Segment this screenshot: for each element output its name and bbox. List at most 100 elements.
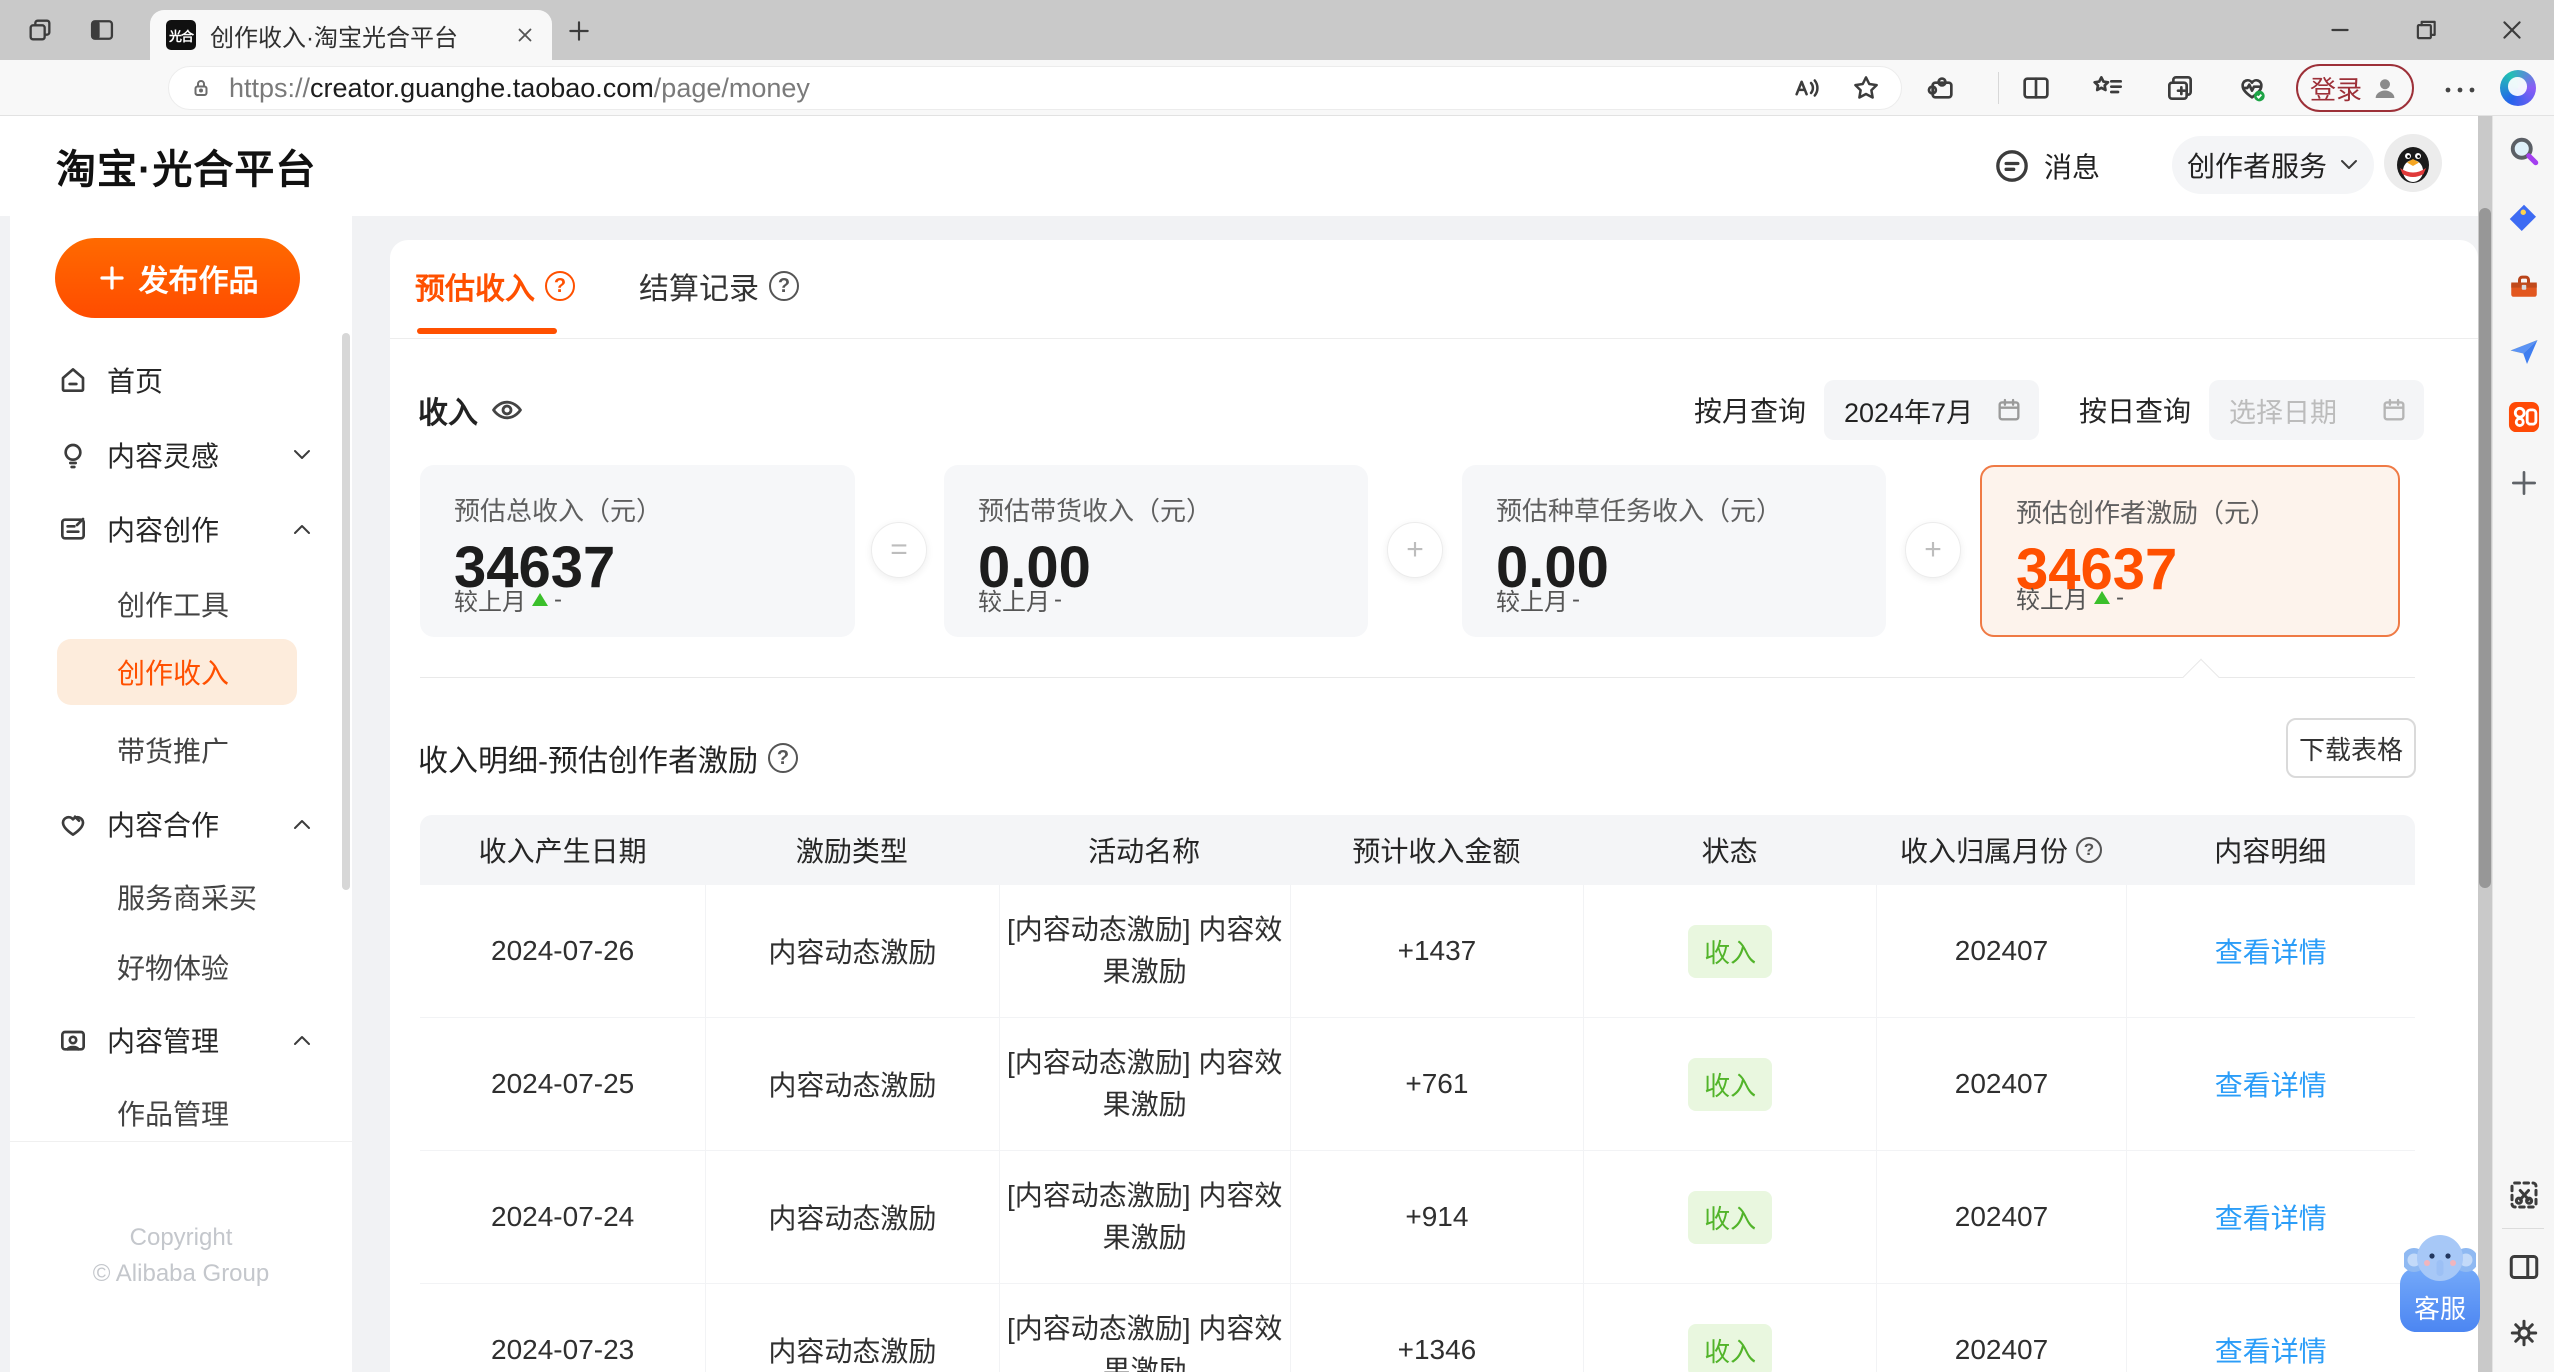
split-screen-icon[interactable] xyxy=(2020,72,2052,104)
view-details-link[interactable]: 查看详情 xyxy=(2215,1330,2327,1370)
search-icon[interactable] xyxy=(2505,132,2543,170)
compare-value: - xyxy=(554,585,562,613)
help-icon[interactable] xyxy=(768,743,798,773)
day-placeholder: 选择日期 xyxy=(2229,397,2337,428)
sidebar-item-cooperation[interactable]: 内容合作 xyxy=(10,802,352,846)
browser-titlebar: 光合 创作收入·淘宝光合平台 xyxy=(0,0,2554,60)
help-icon[interactable] xyxy=(2075,837,2102,863)
messages-button[interactable]: 消息 xyxy=(1992,140,2100,192)
sidebar-item-label: 带货推广 xyxy=(117,736,230,767)
col-header-detail: 内容明细 xyxy=(2214,836,2327,867)
view-details-link[interactable]: 查看详情 xyxy=(2215,1064,2327,1104)
compare-value: - xyxy=(2116,583,2124,611)
help-icon[interactable] xyxy=(769,271,799,301)
tab-close-icon[interactable] xyxy=(514,24,536,46)
sidebar-item-creation-income[interactable]: 创作收入 xyxy=(57,639,297,705)
browser-window: 光合 创作收入·淘宝光合平台 https://creator.guanghe.t… xyxy=(0,0,2554,1372)
browser-essentials-icon[interactable] xyxy=(2236,72,2268,104)
sidebar-panel-icon[interactable] xyxy=(2505,1248,2543,1286)
col-header-type: 激励类型 xyxy=(795,836,908,867)
col-header-amount: 预计收入金额 xyxy=(1352,836,1521,867)
sidebar-scrollbar-thumb[interactable] xyxy=(342,333,350,890)
income-heading: 收入 xyxy=(418,380,524,440)
sidebar-item-label: 内容灵感 xyxy=(107,441,220,472)
app-sidebar: 发布作品 首页 内容灵感 内容创作 创作工具 创作收入 带货推广 内容合作 服务… xyxy=(10,216,352,1372)
calendar-icon[interactable] xyxy=(2380,396,2408,424)
settings-gear-icon[interactable] xyxy=(2505,1314,2543,1352)
customer-service-widget[interactable]: 客服 xyxy=(2398,1230,2482,1334)
chevron-down-icon xyxy=(294,450,310,459)
table-row: 2024-07-26 内容动态激励 [内容动态激励] 内容效果激励 +1437 … xyxy=(420,885,2415,1018)
more-options-icon[interactable] xyxy=(2442,84,2478,96)
favorite-star-icon[interactable] xyxy=(1851,73,1881,103)
sidebar-item-management[interactable]: 内容管理 xyxy=(10,1018,352,1062)
collections-icon[interactable] xyxy=(2164,72,2196,104)
restore-button[interactable] xyxy=(2384,0,2468,60)
kuaishou-icon[interactable] xyxy=(2505,398,2543,436)
copilot-icon[interactable] xyxy=(2500,70,2536,106)
sidebar-item-product-trial[interactable]: 好物体验 xyxy=(10,945,352,989)
chevron-up-icon xyxy=(294,525,310,534)
help-icon[interactable] xyxy=(545,271,575,301)
sidebar-item-home[interactable]: 首页 xyxy=(10,358,352,402)
cell-detail: 查看详情 xyxy=(2125,1284,2415,1372)
drop-icon[interactable] xyxy=(2505,333,2543,371)
eye-icon[interactable] xyxy=(490,393,524,427)
tab-label: 结算记录 xyxy=(639,273,759,306)
table-header-row: 收入产生日期 激励类型 活动名称 预计收入金额 状态 收入归属月份 内容明细 xyxy=(420,815,2415,885)
signin-button[interactable]: 登录 xyxy=(2296,64,2414,112)
creator-services-label: 创作者服务 xyxy=(2186,151,2327,182)
screenshot-icon[interactable] xyxy=(2505,1176,2543,1214)
workspaces-icon[interactable] xyxy=(26,16,54,44)
col-header-activity: 活动名称 xyxy=(1088,836,1201,867)
status-badge: 收入 xyxy=(1688,1190,1773,1244)
publish-button[interactable]: 发布作品 xyxy=(55,238,300,318)
tools-icon[interactable] xyxy=(2505,268,2543,306)
tab-estimated-income[interactable]: 预估收入 xyxy=(415,264,575,308)
tab-title: 创作收入·淘宝光合平台 xyxy=(210,24,458,52)
card-seeding-task-income[interactable]: 预估种草任务收入（元） 0.00 较上月 - xyxy=(1462,465,1886,637)
lock-icon xyxy=(194,80,208,96)
cell-type: 内容动态激励 xyxy=(705,885,998,1017)
close-button[interactable] xyxy=(2470,0,2554,60)
sidebar-item-creation-tools[interactable]: 创作工具 xyxy=(10,582,352,626)
col-header-month-label: 收入归属月份 xyxy=(1899,836,2068,867)
read-aloud-icon[interactable] xyxy=(1791,73,1821,103)
card-creator-incentive[interactable]: 预估创作者激励（元） 34637 较上月 - xyxy=(1980,465,2400,637)
sidebar-item-works-management[interactable]: 作品管理 xyxy=(10,1091,352,1135)
tab-actions-icon[interactable] xyxy=(88,16,116,44)
creator-services-dropdown[interactable]: 创作者服务 xyxy=(2172,136,2374,194)
calendar-icon[interactable] xyxy=(1995,396,2023,424)
sidebar-item-promotion[interactable]: 带货推广 xyxy=(10,728,352,772)
new-tab-icon[interactable] xyxy=(566,18,592,44)
cell-date: 2024-07-26 xyxy=(491,935,635,966)
minimize-button[interactable] xyxy=(2298,0,2382,60)
site-logo[interactable]: 淘宝·光合平台 xyxy=(56,116,316,216)
add-sidebar-icon[interactable] xyxy=(2505,464,2543,502)
browser-tab[interactable]: 光合 创作收入·淘宝光合平台 xyxy=(150,10,552,60)
extensions-icon[interactable] xyxy=(1926,72,1958,104)
compare-label: 较上月 xyxy=(978,589,1050,616)
cell-type: 内容动态激励 xyxy=(705,1284,998,1372)
cell-type: 内容动态激励 xyxy=(705,1018,998,1150)
chevron-up-icon xyxy=(294,820,310,829)
shopping-icon[interactable] xyxy=(2505,200,2543,238)
month-picker-input[interactable]: 2024年7月 xyxy=(1823,380,2039,440)
favorites-bar-icon[interactable] xyxy=(2092,72,2124,104)
card-label: 预估创作者激励（元） xyxy=(2016,498,2277,528)
tab-settlement-records[interactable]: 结算记录 xyxy=(639,264,799,308)
day-picker-input[interactable]: 选择日期 xyxy=(2209,380,2424,440)
heart-hands-icon xyxy=(61,815,85,836)
user-avatar[interactable] xyxy=(2384,134,2442,192)
url-bar[interactable]: https://creator.guanghe.taobao.com/page/… xyxy=(168,66,1902,110)
card-total-income[interactable]: 预估总收入（元） 34637 较上月 - xyxy=(420,465,855,637)
card-sales-income[interactable]: 预估带货收入（元） 0.00 较上月 - xyxy=(944,465,1368,637)
page-scrollbar-thumb[interactable] xyxy=(2479,208,2491,888)
view-details-link[interactable]: 查看详情 xyxy=(2215,931,2327,971)
sidebar-item-inspiration[interactable]: 内容灵感 xyxy=(10,433,352,477)
view-details-link[interactable]: 查看详情 xyxy=(2215,1197,2327,1237)
download-table-button[interactable]: 下载表格 xyxy=(2286,718,2416,778)
sidebar-item-service-purchase[interactable]: 服务商采买 xyxy=(10,875,352,919)
section-divider xyxy=(420,677,2415,678)
sidebar-item-creation[interactable]: 内容创作 xyxy=(10,507,352,551)
